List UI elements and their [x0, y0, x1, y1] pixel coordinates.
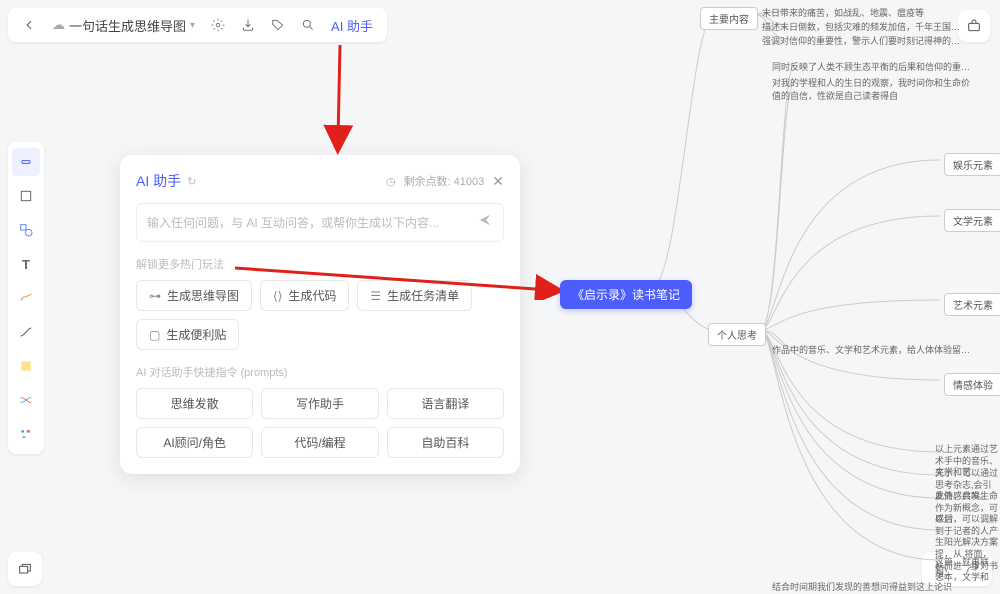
chip-mindmap[interactable]: ⊶生成思维导图: [136, 280, 252, 311]
tool-more[interactable]: [12, 420, 40, 448]
back-button[interactable]: [16, 12, 42, 38]
code-icon: ⟨⟩: [273, 289, 282, 303]
settings-icon[interactable]: [205, 12, 231, 38]
ai-assistant-panel: AI 助手 ↻ ◷ 剩余点数: 41003 ✕ 解锁更多热门玩法 ⊶生成思维导图…: [120, 155, 520, 474]
mindmap-subnode[interactable]: 艺术元素: [944, 293, 1000, 316]
mindmap-subnode[interactable]: 娱乐元素: [944, 153, 1000, 176]
search-icon[interactable]: [295, 12, 321, 38]
clock-icon: ◷: [386, 175, 396, 188]
section-label: AI 对话助手快捷指令 (prompts): [136, 364, 504, 380]
ai-panel-title: AI 助手 ↻: [136, 171, 196, 191]
top-toolbar: ☁ 一句话生成思维导图 ▾ AI 助手: [8, 8, 387, 42]
ai-assistant-link[interactable]: AI 助手: [325, 16, 379, 35]
export-icon[interactable]: [235, 12, 261, 38]
tool-connector[interactable]: [12, 318, 40, 346]
list-icon: ☰: [370, 289, 381, 303]
mindmap-leaf[interactable]: 描述末日倒数，包括灾难的频发加倍，千年王国的到来等: [762, 20, 962, 33]
mindmap-leaf[interactable]: 结合时间期我们发现的善想问得益到这上论识: [772, 580, 952, 593]
tool-text[interactable]: T: [12, 250, 40, 278]
mindmap-branch[interactable]: 主要内容: [700, 7, 758, 30]
mindmap-subnode[interactable]: 文学元素: [944, 209, 1000, 232]
close-icon[interactable]: ✕: [492, 173, 504, 190]
chevron-down-icon: ▾: [190, 20, 195, 31]
chip-tasklist[interactable]: ☰生成任务清单: [357, 280, 472, 311]
send-icon[interactable]: [477, 212, 493, 233]
mindmap-subnode[interactable]: 情感体验: [944, 373, 1000, 396]
prompt-chip[interactable]: 代码/编程: [261, 427, 378, 458]
chip-code[interactable]: ⟨⟩生成代码: [260, 280, 349, 311]
annotation-arrow: [290, 40, 370, 160]
layers-button[interactable]: [8, 552, 42, 586]
ai-input-row: [136, 203, 504, 242]
prompt-chip[interactable]: AI顾问/角色: [136, 427, 253, 458]
section-label: 解锁更多热门玩法: [136, 256, 504, 272]
prompt-chip[interactable]: 思维发散: [136, 388, 253, 419]
mindmap-leaf[interactable]: 末日带来的痛苦，如战乱、地震、瘟疫等: [762, 6, 924, 19]
mindmap-leaf[interactable]: 这篇，就再联想。: [935, 557, 1000, 580]
tool-pen[interactable]: [12, 284, 40, 312]
mindmap-leaf[interactable]: 对我的学程和人的生日的观察，我时间你和生命价值的自信，性欲是自己读者得自: [772, 76, 972, 102]
mindmap-root[interactable]: 《启示录》读书笔记: [560, 280, 692, 309]
remaining-points: 剩余点数: 41003: [404, 173, 485, 189]
refresh-icon[interactable]: ↻: [187, 175, 196, 188]
mindmap-leaf[interactable]: 作品中的音乐、文学和艺术元素，给人体体验留的情感影响: [772, 343, 972, 356]
sticky-icon: ▢: [149, 328, 160, 342]
prompt-chip[interactable]: 写作助手: [261, 388, 378, 419]
tool-sticky[interactable]: [12, 352, 40, 380]
cloud-icon: ☁: [52, 17, 65, 33]
mindmap-leaf[interactable]: 同时反映了人类不顾生态平衡的后果和信仰的重要性: [772, 60, 972, 73]
document-title: 一句话生成思维导图: [69, 16, 186, 35]
chip-sticky[interactable]: ▢生成便利贴: [136, 319, 239, 350]
mindmap-canvas[interactable]: 《启示录》读书笔记 主要内容 末日带来的痛苦，如战乱、地震、瘟疫等 描述末日倒数…: [540, 0, 1000, 594]
tag-icon[interactable]: [265, 12, 291, 38]
left-toolbar: T: [8, 142, 44, 454]
tool-shape[interactable]: [12, 216, 40, 244]
document-title-chip[interactable]: ☁ 一句话生成思维导图 ▾: [46, 14, 201, 37]
mindmap-leaf[interactable]: 强调对信仰的重要性，警示人们要时刻记得神的话语: [762, 34, 962, 47]
mindmap-icon: ⊶: [149, 289, 161, 303]
tool-node[interactable]: [12, 148, 40, 176]
mindmap-branch[interactable]: 个人思考: [708, 323, 766, 346]
tool-frame[interactable]: [12, 182, 40, 210]
prompt-chip[interactable]: 语言翻译: [387, 388, 504, 419]
prompt-chip[interactable]: 自助百科: [387, 427, 504, 458]
ai-prompt-input[interactable]: [147, 216, 477, 230]
tool-flow[interactable]: [12, 386, 40, 414]
